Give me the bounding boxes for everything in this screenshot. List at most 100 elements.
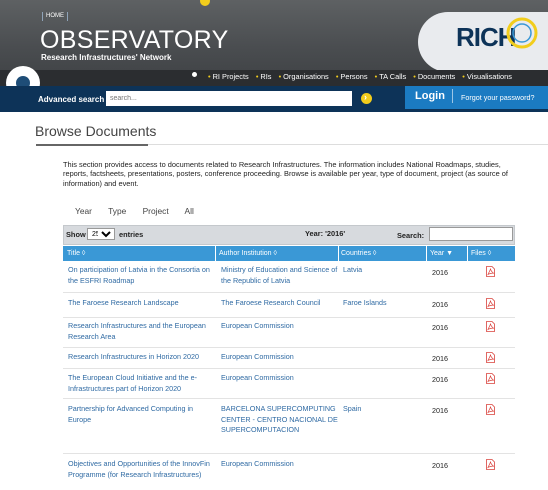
- column-label: Title: [67, 250, 80, 257]
- pdf-icon[interactable]: [486, 298, 495, 309]
- site-subtitle: Research Infrastructures' Network: [41, 53, 172, 62]
- bullet-icon: •: [208, 72, 211, 81]
- sort-icon: ◊: [487, 250, 492, 257]
- document-title-link[interactable]: On participation of Latvia in the Consor…: [68, 265, 216, 286]
- document-title-link[interactable]: Objectives and Opportunities of the Inno…: [68, 459, 216, 480]
- show-label: Show: [66, 230, 86, 239]
- nav-bullet-icon: [190, 70, 199, 79]
- forgot-password-link[interactable]: Forgot your password?: [461, 93, 535, 102]
- login-divider: [452, 89, 453, 103]
- column-divider: [215, 246, 216, 261]
- column-label: Countries: [341, 250, 371, 257]
- rich-logo[interactable]: RICH: [454, 16, 546, 56]
- institution-link[interactable]: Ministry of Education and Science of the…: [221, 265, 339, 286]
- document-title-link[interactable]: The European Cloud Initiative and the e-…: [68, 373, 216, 394]
- country-link[interactable]: Spain: [343, 404, 423, 415]
- nav-ri-projects[interactable]: • RI Projects: [208, 72, 249, 81]
- row-divider: [63, 292, 515, 293]
- nav-ta-calls[interactable]: • TA Calls: [375, 72, 407, 81]
- sort-desc-icon: ▼: [446, 250, 454, 257]
- pdf-icon[interactable]: [486, 404, 495, 415]
- column-label: Files: [471, 250, 486, 257]
- year-cell: 2016: [432, 461, 448, 470]
- pdf-icon[interactable]: [486, 266, 495, 277]
- home-link[interactable]: HOME: [42, 12, 68, 21]
- row-divider: [63, 347, 515, 348]
- column-divider: [338, 246, 339, 261]
- entries-select[interactable]: 25: [87, 228, 115, 240]
- row-divider: [63, 398, 515, 399]
- year-cell: 2016: [432, 406, 448, 415]
- bullet-icon: •: [413, 72, 416, 81]
- pdf-icon[interactable]: [486, 373, 495, 384]
- year-cell: 2016: [432, 354, 448, 363]
- institution-link[interactable]: European Commission: [221, 459, 339, 470]
- institution-link[interactable]: The Faroese Research Council: [221, 298, 339, 309]
- arrow-right-icon: ›: [364, 92, 367, 102]
- bullet-icon: •: [278, 72, 282, 81]
- row-divider: [63, 317, 515, 318]
- year-filter-caption: Year: '2016': [305, 229, 346, 238]
- nav-visualisations[interactable]: • Visualisations: [462, 72, 512, 81]
- sort-icon: ◊: [81, 250, 86, 257]
- institution-link[interactable]: BARCELONA SUPERCOMPUTING CENTER - CENTRO…: [221, 404, 339, 436]
- nav-ris[interactable]: • RIs: [256, 72, 272, 81]
- nav-organisations[interactable]: • Organisations: [279, 72, 329, 81]
- nav-label: TA Calls: [379, 72, 407, 81]
- column-divider: [467, 246, 468, 261]
- year-cell: 2016: [432, 300, 448, 309]
- document-title-link[interactable]: The Faroese Research Landscape: [68, 298, 216, 309]
- nav-label: RI Projects: [212, 72, 249, 81]
- column-divider: [426, 246, 427, 261]
- sort-icon: ◊: [273, 250, 277, 257]
- pdf-icon[interactable]: [486, 321, 495, 332]
- country-link[interactable]: Faroe Islands: [343, 298, 423, 309]
- search-input[interactable]: [106, 91, 352, 106]
- intro-text: This section provides access to document…: [63, 160, 508, 188]
- search-submit-button[interactable]: ›: [361, 92, 372, 104]
- nav-label: Persons: [340, 72, 368, 81]
- login-button[interactable]: Login: [415, 90, 445, 102]
- title-underline: [36, 144, 148, 146]
- institution-link[interactable]: European Commission: [221, 321, 339, 332]
- site-title[interactable]: OBSERVATORY: [40, 26, 229, 55]
- bullet-icon: •: [462, 72, 465, 81]
- nav-documents[interactable]: • Documents: [413, 72, 455, 81]
- tab-project[interactable]: Project: [143, 206, 169, 216]
- row-divider: [63, 453, 515, 454]
- bullet-icon: •: [335, 72, 339, 81]
- column-header-title[interactable]: Title ◊: [67, 250, 85, 257]
- country-link[interactable]: Latvia: [343, 265, 423, 276]
- document-title-link[interactable]: Research Infrastructures and the Europea…: [68, 321, 216, 342]
- tab-all[interactable]: All: [185, 206, 194, 216]
- advanced-search-label: Advanced search: [38, 95, 105, 104]
- document-title-link[interactable]: Research Infrastructures in Horizon 2020: [68, 352, 216, 363]
- document-title-link[interactable]: Partnership for Advanced Computing in Eu…: [68, 404, 216, 425]
- column-label: Year: [430, 250, 445, 257]
- column-header-files[interactable]: Files ◊: [471, 250, 491, 257]
- nav-label: Visualisations: [466, 72, 512, 81]
- year-cell: 2016: [432, 268, 448, 277]
- column-header-year[interactable]: Year ▼: [430, 250, 453, 257]
- column-label: Author Institution: [219, 250, 272, 257]
- entries-label: entries: [119, 230, 144, 239]
- browse-tabs: Year Type Project All: [75, 206, 208, 216]
- institution-link[interactable]: European Commission: [221, 352, 339, 363]
- pdf-icon[interactable]: [486, 352, 495, 363]
- pdf-icon[interactable]: [486, 459, 495, 470]
- row-divider: [63, 368, 515, 369]
- title-divider: [148, 144, 548, 145]
- tab-type[interactable]: Type: [108, 206, 126, 216]
- tab-year[interactable]: Year: [75, 206, 92, 216]
- table-search-label: Search:: [397, 231, 425, 240]
- bullet-icon: •: [374, 72, 378, 81]
- logo-text: RICH: [456, 22, 516, 52]
- column-header-author-institution[interactable]: Author Institution ◊: [219, 250, 277, 257]
- nav-label: Documents: [417, 72, 456, 81]
- table-search-input[interactable]: [429, 227, 513, 241]
- nav-persons[interactable]: • Persons: [336, 72, 368, 81]
- sort-icon: ◊: [372, 250, 377, 257]
- institution-link[interactable]: European Commission: [221, 373, 339, 384]
- column-header-countries[interactable]: Countries ◊: [341, 250, 376, 257]
- nav-label: RIs: [260, 72, 272, 81]
